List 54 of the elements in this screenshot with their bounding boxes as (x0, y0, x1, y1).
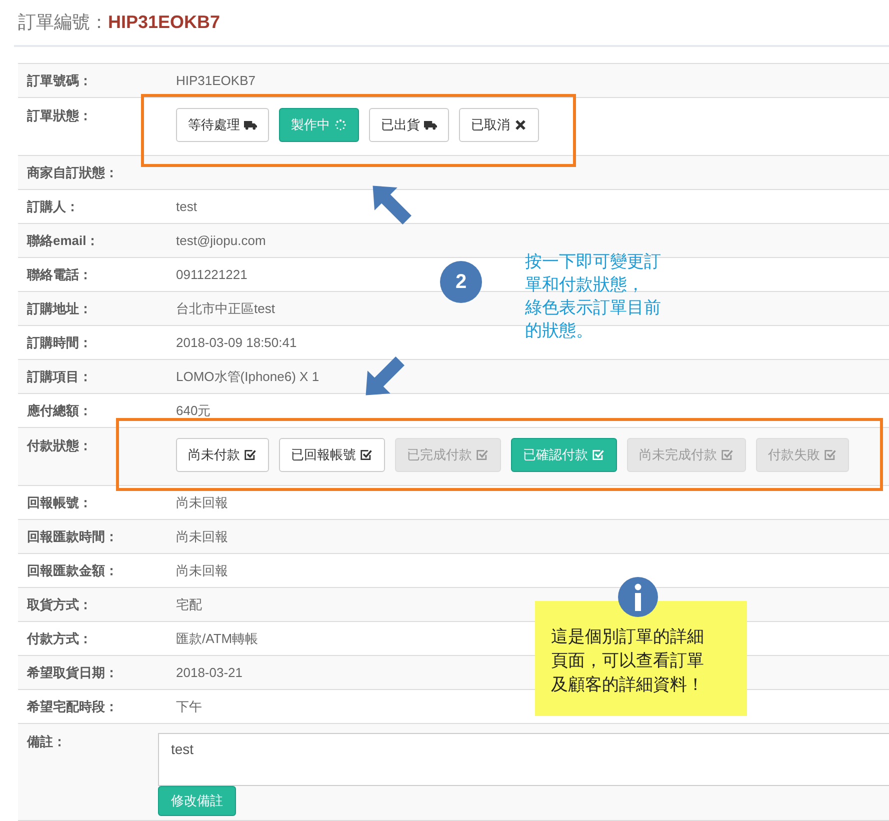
field-label: 回報匯款金額： (26, 562, 119, 580)
truck-icon (244, 119, 257, 131)
field-label: 取貨方式： (26, 596, 93, 614)
field-value: 下午 (176, 698, 202, 714)
status-button[interactable]: 等待處理 (176, 108, 269, 142)
field-label: 訂購人： (26, 198, 80, 216)
checkbox-icon (244, 449, 257, 461)
field-label: 回報帳號： (26, 494, 93, 512)
status-button[interactable]: 已回報帳號 (279, 438, 385, 472)
note-text: 這是個別訂單的詳細 頁面，可以查看訂單 及顧客的詳細資料！ (551, 626, 705, 696)
field-label: 商家自訂狀態： (26, 164, 119, 182)
field-label: 應付總額： (26, 402, 93, 420)
status-button[interactable]: 已出貨 (369, 108, 449, 142)
field-value: HIP31EOKB7 (176, 73, 256, 88)
field-value: test (176, 199, 197, 214)
field-value: 匯款/ATM轉帳 (176, 630, 258, 646)
field-label: 備註： (26, 733, 67, 751)
status-button[interactable]: 尚未付款 (176, 438, 269, 472)
status-button[interactable]: 已取消 (459, 108, 539, 142)
spinner-icon (334, 119, 347, 131)
step-number: 2 (440, 261, 482, 303)
field-value: 尚未回報 (176, 528, 228, 544)
field-value: test@jiopu.com (176, 233, 266, 248)
field-value: 尚未回報 (176, 562, 228, 578)
field-label: 希望取貨日期： (26, 664, 119, 682)
close-icon (514, 119, 527, 131)
field-value: 尚未回報 (176, 494, 228, 510)
field-label: 訂購項目： (26, 368, 93, 386)
field-label: 訂購地址： (26, 300, 93, 318)
checkbox-icon (721, 449, 734, 461)
field-value: 台北市中正區test (176, 300, 275, 316)
checkbox-icon (476, 449, 489, 461)
field-label: 希望宅配時段： (26, 698, 119, 716)
checkbox-icon (360, 449, 373, 461)
field-label: 訂單狀態： (26, 107, 93, 125)
field-value: 640元 (176, 402, 211, 418)
page-title: 訂單編號：HIP31EOKB7 (18, 10, 220, 34)
field-label: 聯絡email： (26, 232, 100, 250)
callout-text: 按一下即可變更訂 單和付款狀態， 綠色表示訂單目前 的狀態。 (525, 251, 661, 342)
checkbox-icon (824, 449, 837, 461)
field-value: 2018-03-21 (176, 665, 242, 680)
truck-icon (424, 119, 437, 131)
field-value: LOMO水管(Iphone6) X 1 (176, 368, 320, 384)
field-label: 付款狀態： (26, 437, 93, 455)
checkbox-icon (592, 449, 605, 461)
field-label: 付款方式： (26, 630, 93, 648)
field-label: 聯絡電話： (26, 266, 93, 284)
field-value: 宅配 (176, 596, 202, 612)
remarks-field[interactable]: test (158, 733, 889, 786)
field-label: 回報匯款時間： (26, 528, 119, 546)
field-label: 訂購時間： (26, 334, 93, 352)
field-value: 0911221221 (176, 267, 248, 282)
field-value: 2018-03-09 18:50:41 (176, 335, 297, 350)
field-label: 訂單號碼： (26, 72, 93, 90)
